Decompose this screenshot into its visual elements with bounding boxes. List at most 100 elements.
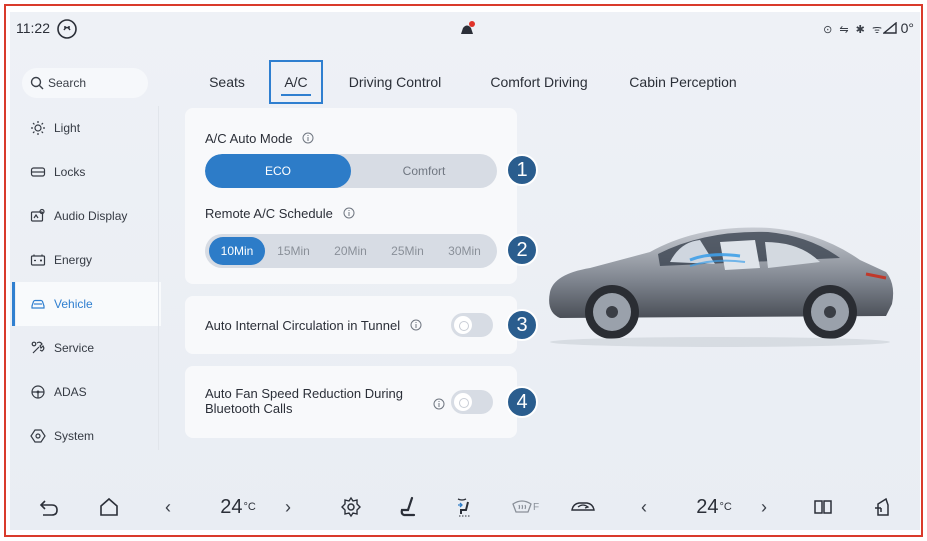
sidebar-item-vehicle[interactable]: Vehicle	[12, 282, 161, 326]
right-temp-decrease-button[interactable]: ‹	[636, 494, 652, 520]
sidebar-item-label: Service	[54, 341, 95, 355]
outside-temp: 0°	[881, 20, 914, 36]
sidebar-item-adas[interactable]: ADAS	[16, 370, 161, 414]
gear-icon	[341, 496, 361, 518]
sidebar-item-system[interactable]: System	[16, 414, 161, 458]
info-icon[interactable]	[302, 132, 314, 144]
audio-display-icon	[30, 208, 45, 222]
back-icon	[39, 500, 58, 516]
sidebar-item-light[interactable]: Light	[16, 106, 161, 150]
front-defrost-label: F	[532, 501, 540, 513]
search-icon	[30, 76, 44, 90]
tab-driving-control[interactable]: Driving Control	[335, 60, 455, 104]
airflow-mode-button[interactable]	[450, 494, 480, 520]
schedule-option-20min[interactable]: 20Min	[322, 237, 379, 265]
tab-cabin-perception[interactable]: Cabin Perception	[620, 60, 746, 104]
split-screen-icon	[814, 500, 832, 514]
recirculation-button[interactable]	[566, 494, 600, 520]
sidebar-item-label: Energy	[54, 253, 93, 267]
sidebar-item-service[interactable]: Service	[16, 326, 161, 370]
temp-unit: °C	[719, 501, 732, 513]
seat-heating-button[interactable]	[394, 494, 424, 520]
sidebar-item-label: Locks	[54, 165, 86, 179]
ac-auto-mode-title: A/C Auto Mode	[205, 131, 293, 146]
recirculation-icon	[571, 502, 595, 511]
search-input[interactable]: Search	[22, 68, 148, 98]
sidebar-item-label: Vehicle	[54, 297, 93, 311]
climate-settings-button[interactable]	[336, 494, 366, 520]
tunnel-circulation-row: Auto Internal Circulation in Tunnel	[205, 318, 422, 333]
right-temp-increase-button[interactable]: ›	[756, 494, 772, 520]
schedule-option-10min[interactable]: 10Min	[209, 237, 265, 265]
ac-auto-mode-label: A/C Auto Mode	[205, 131, 314, 146]
voice-assistant-icon[interactable]	[56, 18, 78, 40]
schedule-option-25min[interactable]: 25Min	[379, 237, 436, 265]
outside-temp-value: 0°	[900, 20, 914, 36]
left-temp-value: 24	[220, 495, 243, 518]
sidebar-divider	[158, 106, 159, 450]
light-icon	[31, 121, 45, 135]
remote-schedule-selector: 10Min 15Min 20Min 25Min 30Min	[205, 234, 497, 268]
tab-comfort-driving[interactable]: Comfort Driving	[478, 60, 600, 104]
right-temp-value: 24	[696, 495, 719, 518]
sidebar-item-label: System	[54, 429, 95, 443]
signal-icon	[881, 21, 897, 34]
tab-ac[interactable]: A/C	[269, 60, 323, 104]
vehicle-illustration	[549, 227, 894, 347]
status-time: 11:22	[16, 20, 50, 36]
sidebar-item-energy[interactable]: Energy	[16, 238, 161, 282]
home-button[interactable]	[94, 494, 124, 520]
schedule-option-15min[interactable]: 15Min	[265, 237, 322, 265]
info-icon[interactable]	[410, 319, 422, 331]
sidebar-item-locks[interactable]: Locks	[16, 150, 161, 194]
locks-icon	[30, 167, 46, 177]
notification-bell-icon[interactable]	[457, 20, 477, 40]
sidebar: Light Locks Audio Display Energy Vehicle…	[12, 106, 161, 450]
status-bar: 11:22 ⊙ ⇋ ✱ ᯤ 0°	[10, 12, 920, 48]
annotation-badge: 4	[506, 386, 538, 418]
schedule-option-30min[interactable]: 30Min	[436, 237, 493, 265]
annotation-badge: 3	[506, 309, 538, 341]
search-placeholder: Search	[48, 76, 87, 90]
left-temp-display[interactable]: 24 °C	[210, 494, 266, 520]
fan-reduction-label: Auto Fan Speed Reduction During Bluetoot…	[205, 386, 404, 416]
bottom-dock: ‹ 24 °C › F ‹ 24 °C ›	[10, 484, 920, 530]
rear-defrost-button[interactable]	[868, 494, 898, 520]
annotation-badge: 1	[506, 154, 538, 186]
connectivity-icons: ⊙ ⇋ ✱ ᯤ	[823, 24, 884, 36]
ac-mode-comfort-option[interactable]: Comfort	[351, 154, 497, 188]
adas-icon	[31, 385, 45, 399]
front-defrost-button[interactable]: F	[508, 494, 542, 520]
remote-schedule-title: Remote A/C Schedule	[205, 206, 333, 221]
temp-unit: °C	[243, 501, 256, 513]
fan-reduction-toggle[interactable]	[451, 390, 493, 414]
vehicle-icon	[31, 299, 45, 309]
fan-reduction-card: Auto Fan Speed Reduction During Bluetoot…	[185, 366, 517, 438]
seat-icon	[400, 496, 416, 517]
sidebar-item-label: Light	[54, 121, 81, 135]
left-temp-increase-button[interactable]: ›	[280, 494, 296, 520]
split-screen-button[interactable]	[808, 494, 838, 520]
right-temp-display[interactable]: 24 °C	[686, 494, 742, 520]
remote-schedule-label: Remote A/C Schedule	[205, 206, 355, 221]
tunnel-circulation-card: Auto Internal Circulation in Tunnel	[185, 296, 517, 354]
toggle-knob	[454, 316, 472, 334]
ac-settings-card: A/C Auto Mode ECO Comfort Remote A/C Sch…	[185, 108, 517, 284]
tunnel-circulation-toggle[interactable]	[451, 313, 493, 337]
annotation-badge: 2	[506, 234, 538, 266]
info-icon[interactable]	[433, 398, 445, 410]
sidebar-item-label: Audio Display	[54, 209, 128, 223]
sidebar-item-audio-display[interactable]: Audio Display	[16, 194, 161, 238]
back-button[interactable]	[34, 494, 64, 520]
ac-mode-eco-option[interactable]: ECO	[205, 154, 351, 188]
airflow-icon	[457, 498, 471, 517]
energy-icon	[30, 254, 46, 266]
home-icon	[100, 497, 118, 516]
left-temp-decrease-button[interactable]: ‹	[160, 494, 176, 520]
tab-seats[interactable]: Seats	[198, 60, 256, 104]
ac-auto-mode-selector: ECO Comfort	[205, 154, 497, 188]
info-icon[interactable]	[343, 207, 355, 219]
tunnel-circulation-label: Auto Internal Circulation in Tunnel	[205, 318, 401, 333]
toggle-knob	[454, 393, 472, 411]
car-shortcut-icon	[875, 497, 889, 516]
